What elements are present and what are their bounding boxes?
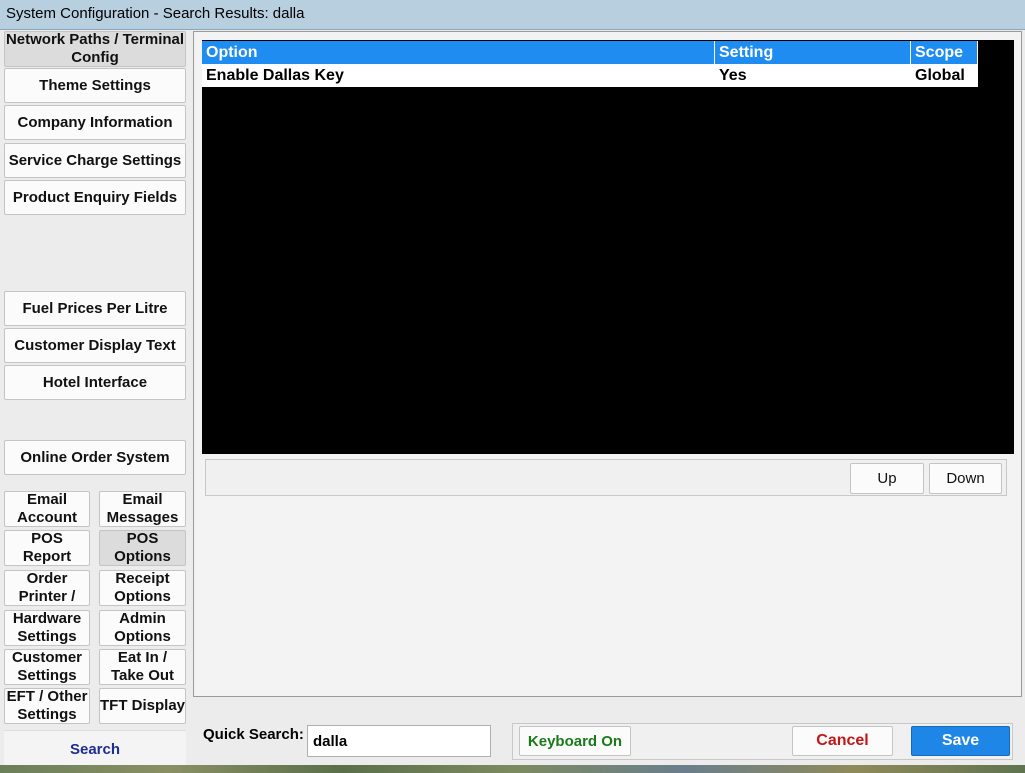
sidebar-item-fuel-prices[interactable]: Fuel Prices Per Litre — [4, 291, 186, 326]
title-bar: System Configuration - Search Results: d… — [0, 0, 1025, 30]
sidebar-item-network-paths[interactable]: Network Paths / Terminal Config — [4, 31, 186, 67]
cell-setting: Yes — [719, 67, 747, 84]
sidebar-item-pos-options[interactable]: POS Options — [99, 530, 186, 566]
window-title: System Configuration - Search Results: d… — [6, 5, 305, 22]
sidebar-item-customer-display[interactable]: Customer Display Text — [4, 328, 186, 363]
sidebar-item-customer-settings[interactable]: Customer Settings — [4, 649, 90, 685]
sidebar-item-theme-settings[interactable]: Theme Settings — [4, 68, 186, 103]
cancel-button[interactable]: Cancel — [792, 726, 893, 756]
sidebar-item-receipt-options[interactable]: Receipt Options — [99, 570, 186, 606]
cell-option: Enable Dallas Key — [206, 67, 344, 84]
sidebar: Network Paths / Terminal Config Theme Se… — [0, 30, 192, 773]
sidebar-item-pos-report[interactable]: POS Report — [4, 530, 90, 566]
sidebar-item-email-account[interactable]: Email Account — [4, 491, 90, 527]
column-header-scope[interactable]: Scope — [911, 41, 978, 64]
keyboard-toggle-button[interactable]: Keyboard On — [519, 726, 631, 756]
sidebar-item-eft-other[interactable]: EFT / Other Settings — [4, 688, 90, 724]
sidebar-item-hotel-interface[interactable]: Hotel Interface — [4, 365, 186, 400]
sidebar-item-company-information[interactable]: Company Information — [4, 105, 186, 140]
desktop-background — [0, 765, 1025, 773]
sidebar-item-order-printer[interactable]: Order Printer / — [4, 570, 90, 606]
table-row[interactable]: Enable Dallas Key Yes Global — [202, 64, 978, 87]
column-header-option[interactable]: Option — [202, 41, 715, 64]
cell-scope: Global — [915, 67, 965, 84]
sidebar-item-service-charge[interactable]: Service Charge Settings — [4, 143, 186, 178]
quick-search-label: Quick Search: — [203, 726, 304, 743]
column-header-setting[interactable]: Setting — [715, 41, 911, 64]
sidebar-item-product-enquiry[interactable]: Product Enquiry Fields — [4, 180, 186, 215]
up-button[interactable]: Up — [850, 463, 924, 494]
sidebar-item-tft-display[interactable]: TFT Display — [99, 688, 186, 724]
save-button[interactable]: Save — [911, 726, 1010, 756]
sidebar-item-hardware-settings[interactable]: Hardware Settings — [4, 610, 90, 646]
search-button[interactable]: Search — [4, 730, 186, 768]
sidebar-item-email-messages[interactable]: Email Messages — [99, 491, 186, 527]
quick-search-input[interactable] — [307, 725, 491, 757]
sidebar-item-online-order[interactable]: Online Order System — [4, 440, 186, 475]
sidebar-item-eat-in-take-out[interactable]: Eat In / Take Out — [99, 649, 186, 685]
down-button[interactable]: Down — [929, 463, 1002, 494]
results-grid[interactable] — [202, 40, 1014, 454]
grid-header: Option Setting Scope — [202, 41, 978, 64]
sidebar-item-admin-options[interactable]: Admin Options — [99, 610, 186, 646]
